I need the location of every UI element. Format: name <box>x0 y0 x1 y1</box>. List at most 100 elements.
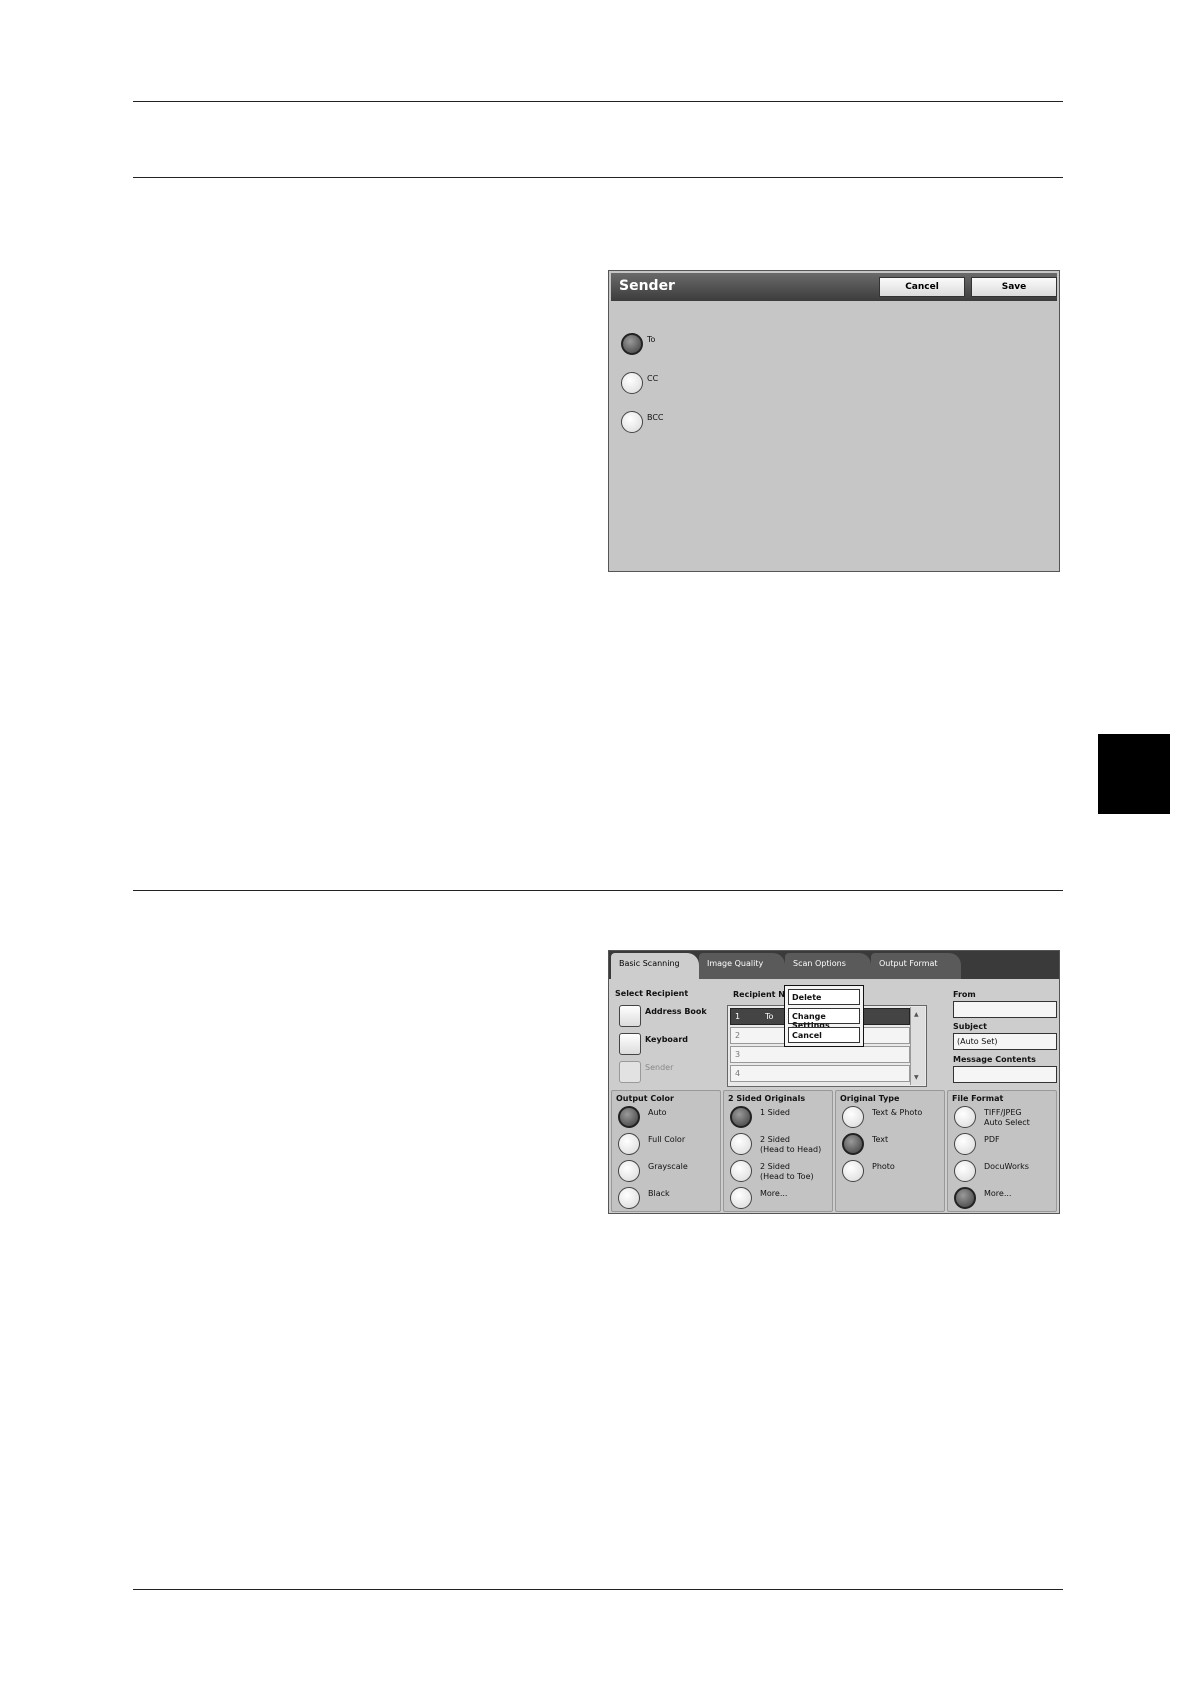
subject-field[interactable]: (Auto Set) <box>953 1033 1057 1050</box>
keyboard-button[interactable] <box>619 1033 641 1055</box>
option-label: TIFF/JPEG <box>984 1108 1022 1117</box>
option-sublabel: Auto Select <box>984 1118 1030 1127</box>
option-label: Full Color <box>648 1135 686 1144</box>
original-type-panel: Original Type Text & Photo Text Photo <box>835 1090 945 1212</box>
radio-full-color[interactable] <box>618 1133 640 1155</box>
file-format-tiff-jpeg[interactable]: TIFF/JPEG Auto Select <box>954 1106 1030 1132</box>
output-color-panel: Output Color Auto Full Color Grayscale B… <box>611 1090 721 1212</box>
row-number: 1 <box>735 1012 741 1021</box>
dialog-title: Sender <box>619 278 675 294</box>
top-rule <box>133 101 1063 102</box>
radio-text[interactable] <box>842 1133 864 1155</box>
radio-black[interactable] <box>618 1187 640 1209</box>
original-type-photo[interactable]: Photo <box>842 1160 895 1186</box>
two-sided-heading: 2 Sided Originals <box>728 1094 806 1103</box>
original-type-text-photo[interactable]: Text & Photo <box>842 1106 922 1132</box>
output-color-black[interactable]: Black <box>618 1187 670 1213</box>
radio-docuworks[interactable] <box>954 1160 976 1182</box>
option-label: DocuWorks <box>984 1162 1029 1171</box>
option-label: 1 Sided <box>760 1108 791 1117</box>
option-label: Text & Photo <box>872 1108 923 1117</box>
bottom-rule <box>133 1589 1063 1590</box>
output-color-full-color[interactable]: Full Color <box>618 1133 685 1159</box>
address-book-button[interactable] <box>619 1005 641 1027</box>
option-label: To <box>647 335 656 344</box>
sender-button[interactable] <box>619 1061 641 1083</box>
tab-scan-options[interactable]: Scan Options <box>785 953 871 979</box>
recipient-popup-menu: Delete Change Settings Cancel <box>784 985 864 1047</box>
section-rule-2 <box>133 890 1063 891</box>
radio-more[interactable] <box>730 1187 752 1209</box>
save-button[interactable]: Save <box>971 277 1057 297</box>
subject-label: Subject <box>953 1022 987 1031</box>
two-sided-1-sided[interactable]: 1 Sided <box>730 1106 790 1132</box>
scan-screen: Basic Scanning Image Quality Scan Option… <box>608 950 1060 1214</box>
sender-dialog: Sender Cancel Save To CC BCC <box>608 270 1060 572</box>
message-field[interactable] <box>953 1066 1057 1083</box>
list-item[interactable]: 4 <box>730 1065 910 1082</box>
popup-change-settings[interactable]: Change Settings <box>788 1008 860 1030</box>
original-type-text[interactable]: Text <box>842 1133 888 1159</box>
file-format-pdf[interactable]: PDF <box>954 1133 1000 1159</box>
output-color-auto[interactable]: Auto <box>618 1106 667 1132</box>
row-type: To <box>765 1012 774 1021</box>
list-scrollbar[interactable]: ▲ ▼ <box>910 1007 925 1085</box>
dialog-title-bar: Sender Cancel Save <box>611 273 1057 301</box>
original-type-heading: Original Type <box>840 1094 900 1103</box>
tab-output-format[interactable]: Output Format <box>871 953 961 979</box>
file-format-docuworks[interactable]: DocuWorks <box>954 1160 1029 1186</box>
popup-cancel[interactable]: Cancel <box>788 1027 860 1043</box>
radio-head-to-toe[interactable] <box>730 1160 752 1182</box>
radio-1-sided[interactable] <box>730 1106 752 1128</box>
option-cc[interactable]: CC <box>621 372 658 398</box>
radio-auto[interactable] <box>618 1106 640 1128</box>
row-number: 3 <box>735 1050 741 1059</box>
tab-basic-scanning[interactable]: Basic Scanning <box>611 953 699 979</box>
option-label: 2 Sided <box>760 1135 791 1144</box>
radio-tiff-jpeg[interactable] <box>954 1106 976 1128</box>
radio-grayscale[interactable] <box>618 1160 640 1182</box>
radio-text-photo[interactable] <box>842 1106 864 1128</box>
two-sided-head-to-toe[interactable]: 2 Sided (Head to Toe) <box>730 1160 814 1186</box>
output-color-heading: Output Color <box>616 1094 674 1103</box>
radio-pdf[interactable] <box>954 1133 976 1155</box>
section-rule-1 <box>133 177 1063 178</box>
scroll-down-icon[interactable]: ▼ <box>914 1074 919 1081</box>
option-label: More... <box>984 1189 1012 1198</box>
option-label: Auto <box>648 1108 667 1117</box>
popup-delete[interactable]: Delete <box>788 989 860 1005</box>
option-to[interactable]: To <box>621 333 655 359</box>
cancel-button[interactable]: Cancel <box>879 277 965 297</box>
option-bcc[interactable]: BCC <box>621 411 664 437</box>
output-color-grayscale[interactable]: Grayscale <box>618 1160 688 1186</box>
two-sided-panel: 2 Sided Originals 1 Sided 2 Sided (Head t… <box>723 1090 833 1212</box>
row-number: 2 <box>735 1031 741 1040</box>
option-label: BCC <box>647 413 664 422</box>
from-field[interactable] <box>953 1001 1057 1018</box>
radio-bcc[interactable] <box>621 411 643 433</box>
option-label: Grayscale <box>648 1162 688 1171</box>
file-format-panel: File Format TIFF/JPEG Auto Select PDF Doc… <box>947 1090 1057 1212</box>
option-label: CC <box>647 374 659 383</box>
radio-head-to-head[interactable] <box>730 1133 752 1155</box>
scroll-up-icon[interactable]: ▲ <box>914 1011 919 1018</box>
tab-bar: Basic Scanning Image Quality Scan Option… <box>609 951 1059 979</box>
select-recipient-heading: Select Recipient <box>615 989 689 998</box>
two-sided-more[interactable]: More... <box>730 1187 787 1213</box>
tab-image-quality[interactable]: Image Quality <box>699 953 785 979</box>
list-item[interactable]: 3 <box>730 1046 910 1063</box>
keyboard-label: Keyboard <box>645 1035 688 1044</box>
file-format-more[interactable]: More... <box>954 1187 1011 1213</box>
two-sided-head-to-head[interactable]: 2 Sided (Head to Head) <box>730 1133 821 1159</box>
message-label: Message Contents <box>953 1055 1036 1064</box>
radio-to[interactable] <box>621 333 643 355</box>
option-label: PDF <box>984 1135 1000 1144</box>
from-label: From <box>953 990 976 999</box>
file-format-heading: File Format <box>952 1094 1004 1103</box>
radio-cc[interactable] <box>621 372 643 394</box>
radio-format-more[interactable] <box>954 1187 976 1209</box>
radio-photo[interactable] <box>842 1160 864 1182</box>
address-book-label: Address Book <box>645 1007 707 1016</box>
option-label: Black <box>648 1189 670 1198</box>
option-label: Text <box>872 1135 889 1144</box>
